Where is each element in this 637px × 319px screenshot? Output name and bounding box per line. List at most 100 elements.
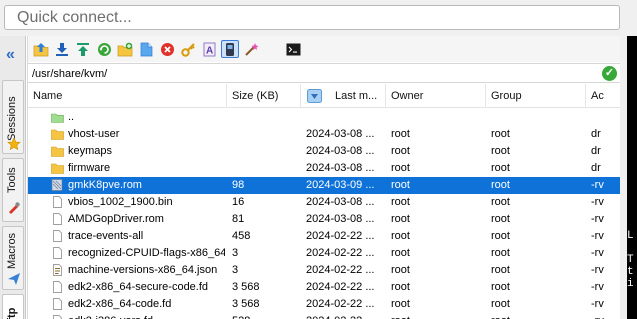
parent-folder-button[interactable] (32, 40, 50, 58)
file-row[interactable]: firmware 2024-03-08 ... root root dr (28, 160, 621, 177)
delete-icon (160, 42, 174, 56)
file-owner: root (391, 313, 486, 319)
file-group: root (491, 313, 586, 319)
path-input[interactable] (30, 65, 590, 82)
file-icon (53, 298, 62, 310)
quick-connect-box[interactable] (4, 5, 620, 30)
file-icon (53, 230, 62, 242)
download-button[interactable] (53, 40, 71, 58)
file-name: keymaps (68, 145, 113, 157)
collapse-sidebar-icon[interactable]: « (6, 47, 22, 63)
file-size: 458 (232, 230, 251, 242)
file-row[interactable]: edk2-i386-vars.fd 528 2024-02-22 ... rootro… (28, 313, 621, 319)
parent-folder-icon (51, 113, 64, 123)
new-file-button[interactable] (137, 40, 155, 58)
file-name: edk2-i386-vars.fd (68, 313, 225, 319)
file-owner: root (391, 179, 410, 191)
go-path-button[interactable]: ✓ (602, 66, 617, 81)
terminal-line: L (627, 230, 634, 242)
file-name: .. (68, 111, 75, 123)
tab-sftp[interactable]: Sftp (2, 294, 24, 319)
tab-sessions[interactable]: Sessions (2, 80, 24, 154)
path-bar: ✓ (28, 63, 621, 83)
file-icon (53, 196, 62, 208)
file-access: -rv (591, 179, 604, 191)
file-row[interactable]: vbios_1002_1900.bin 16 2024-03-08 ... root r… (28, 194, 621, 211)
open-terminal-button[interactable] (284, 40, 302, 58)
file-row[interactable]: edk2-x86_64-secure-code.fd 3 568 2024-02-2… (28, 279, 621, 296)
file-access (591, 109, 621, 126)
file-modified: 2024-03-08 ... (306, 213, 375, 225)
folder-icon (51, 163, 64, 174)
column-modified[interactable]: Last m... (301, 84, 386, 108)
quick-connect-input[interactable] (5, 6, 619, 29)
file-name: vhost-user (68, 128, 120, 140)
panel-scrollbar[interactable] (620, 36, 627, 319)
file-row[interactable]: keymaps 2024-03-08 ... root root dr (28, 143, 621, 160)
column-name[interactable]: Name (28, 84, 227, 108)
column-size[interactable]: Size (KB) (227, 84, 301, 108)
file-size: 528 (232, 313, 300, 319)
delete-button[interactable] (158, 40, 176, 58)
file-size (232, 160, 300, 177)
new-folder-button[interactable] (116, 40, 134, 58)
file-row[interactable]: .. (28, 109, 621, 126)
file-owner: root (391, 162, 410, 174)
terminal-line: t (627, 266, 634, 278)
follow-terminal-button[interactable] (221, 40, 239, 58)
new-folder-icon (117, 42, 133, 56)
file-row[interactable]: trace-events-all 458 2024-02-22 ... root roo… (28, 228, 621, 245)
tab-sessions-label: Sessions (6, 96, 18, 141)
file-row-selected[interactable]: gmkK8pve.rom 98 2024-03-09 ... root root -rv (28, 177, 621, 194)
file-size (232, 143, 300, 160)
column-access[interactable]: Ac (586, 84, 621, 108)
terminal-area[interactable]: LTti (627, 36, 637, 319)
file-access: dr (591, 162, 601, 174)
tab-tools[interactable]: Tools (2, 158, 24, 222)
file-row[interactable]: vhost-user 2024-03-08 ... root root dr (28, 126, 621, 143)
file-owner: root (391, 298, 410, 310)
folder-icon (51, 129, 64, 140)
send-icon (8, 273, 20, 285)
star-icon (7, 137, 21, 151)
tools-icon (9, 202, 20, 214)
json-file-icon (53, 264, 62, 276)
file-modified: 2024-03-09 ... (306, 179, 375, 191)
permissions-button[interactable] (179, 40, 197, 58)
file-group: root (491, 196, 510, 208)
file-row[interactable]: edk2-x86_64-code.fd 3 568 2024-02-22 ... ro… (28, 296, 621, 313)
folder-icon (51, 146, 64, 157)
file-modified: 2024-03-08 ... (306, 196, 375, 208)
file-size: 98 (232, 179, 245, 191)
file-group: root (491, 264, 510, 276)
file-size: 16 (232, 196, 245, 208)
file-group: root (491, 213, 510, 225)
terminal-line: i (627, 278, 634, 290)
show-hidden-button[interactable] (242, 40, 260, 58)
file-modified: 2024-02-22 ... (306, 298, 375, 310)
refresh-button[interactable] (95, 40, 113, 58)
tab-macros-label: Macros (6, 232, 18, 269)
file-modified: 2024-03-08 ... (306, 162, 375, 174)
file-row[interactable]: AMDGopDriver.rom 81 2024-03-08 ... root root… (28, 211, 621, 228)
sort-icon (307, 89, 322, 103)
file-name: edk2-x86_64-secure-code.fd (68, 281, 209, 293)
file-access: dr (591, 145, 601, 157)
refresh-icon (97, 42, 111, 56)
file-access: -rv (591, 230, 604, 242)
text-edit-button[interactable]: A (200, 40, 218, 58)
file-list: .. vhost-user 2024-03-08 ... root root dr keym… (28, 109, 621, 319)
file-row[interactable]: recognized-CPUID-flags-x86_64 3 2024-02-22… (28, 245, 621, 262)
file-name: recognized-CPUID-flags-x86_64 (68, 247, 225, 259)
file-modified: 2024-02-22 ... (306, 281, 375, 293)
file-size (232, 126, 300, 143)
file-group: root (491, 281, 510, 293)
file-size: 81 (232, 213, 245, 225)
upload-button[interactable] (74, 40, 92, 58)
column-owner[interactable]: Owner (386, 84, 486, 108)
file-modified: 2024-03-08 ... (306, 145, 375, 157)
column-group[interactable]: Group (486, 84, 586, 108)
tab-macros[interactable]: Macros (2, 226, 24, 290)
file-name: edk2-x86_64-code.fd (68, 298, 172, 310)
file-row[interactable]: machine-versions-x86_64.json 3 2024-02-22 … (28, 262, 621, 279)
